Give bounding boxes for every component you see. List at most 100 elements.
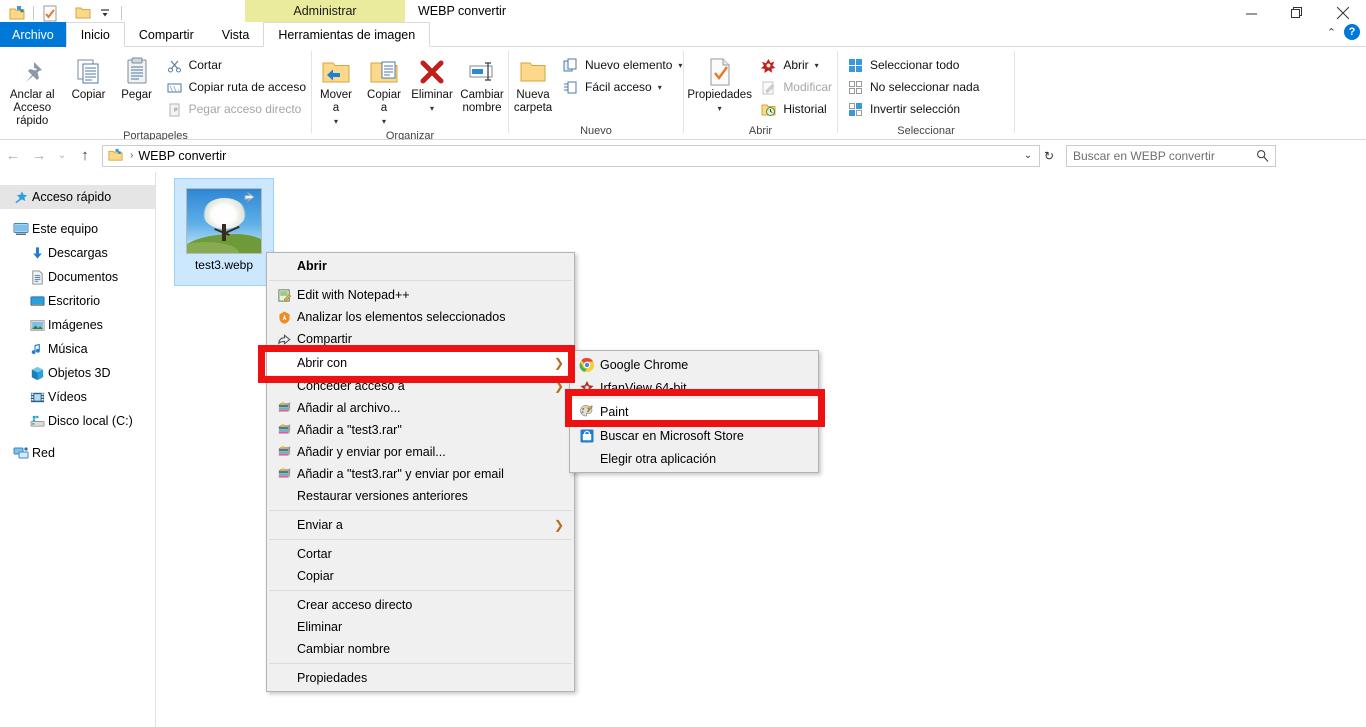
copy-path-button[interactable]: \\.. Copiar ruta de acceso [161, 76, 311, 98]
menu-item-compartir[interactable]: Compartir [267, 328, 574, 350]
sidebar-item-objetos-3d[interactable]: Objetos 3D [0, 361, 155, 385]
chevron-down-icon[interactable]: ▾ [334, 115, 338, 128]
menu-item-copiar[interactable]: Copiar [267, 565, 574, 587]
pin-to-quick-access-button[interactable]: Anclar al Acceso rápido [0, 52, 65, 128]
submenu-item-paint[interactable]: Paint [570, 399, 818, 424]
tab-archivo[interactable]: Archivo [0, 22, 66, 47]
copy-button[interactable]: Copiar [65, 52, 113, 102]
sidebar-item-acceso-rapido[interactable]: Acceso rápido [0, 185, 155, 209]
quick-access-toolbar[interactable] [0, 2, 127, 24]
new-folder-button[interactable]: Nueva carpeta [509, 52, 557, 115]
move-to-button[interactable]: Mover a ▾ [312, 52, 360, 128]
menu-item-cambiar-nombre[interactable]: Cambiar nombre [267, 638, 574, 660]
breadcrumb[interactable]: WEBP convertir [138, 149, 226, 163]
menu-item-abrir[interactable]: Abrir [267, 255, 574, 277]
chevron-down-icon[interactable]: ▾ [382, 115, 386, 128]
menu-item-cortar[interactable]: Cortar [267, 543, 574, 565]
forward-button[interactable]: → [26, 143, 52, 169]
menu-item-restaurar-versiones-anteriores[interactable]: Restaurar versiones anteriores [267, 485, 574, 507]
help-icon[interactable]: ? [1344, 24, 1360, 40]
sidebar-item-disco-local-c[interactable]: Disco local (C:) [0, 409, 155, 433]
ribbon-group-nuevo: Nueva carpeta Nuevo elemento ▾ Fácil acc… [509, 47, 683, 140]
sidebar-item-videos[interactable]: Vídeos [0, 385, 155, 409]
select-none-button[interactable]: No seleccionar nada [842, 76, 984, 98]
tab-vista[interactable]: Vista [208, 22, 264, 47]
chevron-down-icon[interactable]: ▾ [430, 102, 434, 115]
star-pin-icon [10, 190, 32, 205]
chevron-down-icon[interactable]: ⌄ [1019, 150, 1037, 161]
menu-item-abrir-con[interactable]: Abrir con ❯ [267, 350, 574, 375]
submenu-item-buscar-en-microsoft-store[interactable]: Buscar en Microsoft Store [570, 424, 818, 447]
copy-to-button[interactable]: Copiar a ▾ [360, 52, 408, 128]
menu-item-conceder-acceso-a[interactable]: Conceder acceso a ❯ [267, 375, 574, 397]
submenu-item-google-chrome[interactable]: Google Chrome [570, 353, 818, 376]
search-box[interactable]: Buscar en WEBP convertir [1066, 144, 1276, 167]
open-button[interactable]: Abrir ▾ [755, 54, 837, 76]
back-button[interactable]: ← [0, 143, 26, 169]
rename-button[interactable]: Cambiar nombre [456, 52, 508, 115]
open-with-submenu[interactable]: Google Chrome IrfanView 64-bit Paint Bus… [569, 350, 819, 473]
refresh-icon[interactable]: ↻ [1040, 149, 1058, 163]
this-pc-icon [10, 221, 32, 237]
sidebar-item-descargas[interactable]: Descargas [0, 241, 155, 265]
paste-button[interactable]: Pegar [113, 52, 161, 102]
tab-herramientas-de-imagen[interactable]: Herramientas de imagen [263, 22, 431, 47]
properties-button[interactable]: Propiedades ▾ [684, 52, 755, 115]
collapse-ribbon-icon[interactable]: ⌃ [1327, 26, 1336, 39]
address-field[interactable]: › WEBP convertir ⌄ [102, 144, 1040, 167]
menu-item-anadir-a-test3rar[interactable]: Añadir a "test3.rar" [267, 419, 574, 441]
recent-locations-button[interactable]: ⌄ [52, 143, 72, 169]
customize-dropdown-icon[interactable] [94, 2, 116, 24]
submenu-item-irfanview[interactable]: IrfanView 64-bit [570, 376, 818, 399]
ribbon-controls[interactable]: ⌃ ? [1327, 24, 1360, 40]
sidebar-item-este-equipo[interactable]: Este equipo [0, 217, 155, 241]
context-menu[interactable]: Abrir Edit with Notepad++ Analizar los e… [266, 252, 575, 692]
menu-item-propiedades[interactable]: Propiedades [267, 667, 574, 689]
group-label: Nuevo [580, 125, 612, 137]
irfanview-icon [574, 380, 600, 396]
chevron-down-icon[interactable]: ▾ [718, 102, 722, 115]
navigation-pane: Acceso rápido Este equipo Descargas Docu… [0, 172, 156, 727]
submenu-item-elegir-otra-aplicacion[interactable]: Elegir otra aplicación [570, 447, 818, 470]
sidebar-item-escritorio[interactable]: Escritorio [0, 289, 155, 313]
sidebar-item-musica[interactable]: Música [0, 337, 155, 361]
up-button[interactable]: ↑ [72, 143, 98, 169]
tab-inicio[interactable]: Inicio [65, 22, 125, 47]
menu-item-crear-acceso-directo[interactable]: Crear acceso directo [267, 594, 574, 616]
tab-compartir[interactable]: Compartir [125, 22, 208, 47]
new-folder-icon[interactable] [6, 2, 28, 24]
menu-item-eliminar[interactable]: Eliminar [267, 616, 574, 638]
menu-item-anadir-y-enviar-por-email[interactable]: Añadir y enviar por email... [267, 441, 574, 463]
address-right-controls[interactable]: ⌄ [1019, 150, 1037, 161]
sidebar-item-imagenes[interactable]: Imágenes [0, 313, 155, 337]
menu-item-anadir-a-test3rar-y-enviar-por-email[interactable]: Añadir a "test3.rar" y enviar por email [267, 463, 574, 485]
network-icon [10, 445, 32, 461]
avast-icon [271, 310, 297, 325]
button-label: Mover a [320, 89, 352, 114]
list-item[interactable]: test3.webp [174, 178, 274, 286]
new-item-button[interactable]: Nuevo elemento ▾ [557, 54, 687, 76]
menu-item-label: Propiedades [297, 671, 368, 685]
select-all-button[interactable]: Seleccionar todo [842, 54, 984, 76]
delete-button[interactable]: Eliminar ▾ [408, 52, 456, 115]
menu-item-analizar-elementos[interactable]: Analizar los elementos seleccionados [267, 306, 574, 328]
chevron-down-icon[interactable]: ▾ [678, 61, 682, 70]
cut-button[interactable]: Cortar [161, 54, 311, 76]
menu-item-anadir-al-archivo[interactable]: Añadir al archivo... [267, 397, 574, 419]
menu-item-enviar-a[interactable]: Enviar a ❯ [267, 514, 574, 536]
menu-item-label: Compartir [297, 332, 352, 346]
sidebar-item-label: Documentos [48, 270, 119, 284]
chevron-down-icon[interactable]: ▾ [658, 83, 662, 92]
sidebar-item-red[interactable]: Red [0, 441, 155, 465]
properties-icon[interactable] [39, 2, 61, 24]
folder-icon[interactable] [72, 2, 94, 24]
menu-item-edit-with-notepadpp[interactable]: Edit with Notepad++ [267, 284, 574, 306]
history-button[interactable]: Historial [755, 98, 837, 120]
invert-selection-button[interactable]: Invertir selección [842, 98, 984, 120]
ribbon-tabs[interactable]: Archivo Inicio Compartir Vista Herramien… [0, 22, 1366, 47]
sidebar-item-documentos[interactable]: Documentos [0, 265, 155, 289]
copy-to-icon [368, 55, 400, 89]
chevron-down-icon[interactable]: ▾ [815, 61, 819, 70]
easy-access-button[interactable]: Fácil acceso ▾ [557, 76, 687, 98]
search-input[interactable]: Buscar en WEBP convertir [1073, 149, 1256, 163]
